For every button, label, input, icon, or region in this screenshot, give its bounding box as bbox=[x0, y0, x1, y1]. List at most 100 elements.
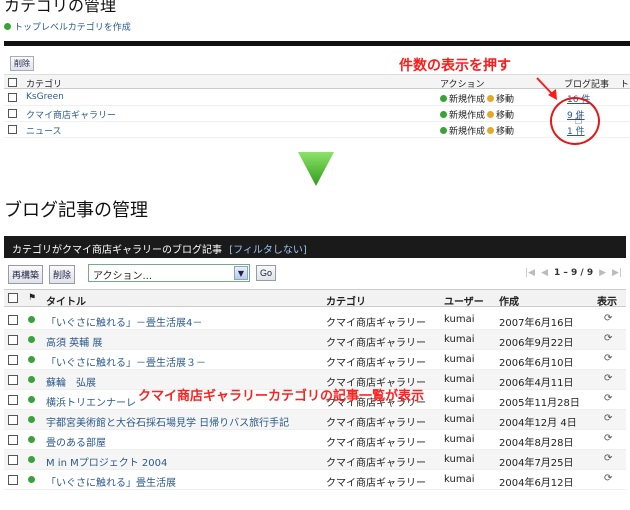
view-entry-icon[interactable]: ⟳ bbox=[604, 353, 612, 364]
entry-row: 「いぐさに触れる」－畳生活展３－ クマイ商店ギャラリー kumai 2006年6月10… bbox=[4, 350, 626, 370]
entry-date: 2004年6月12日 bbox=[499, 478, 574, 489]
entry-row: 宇都宮美術館と大谷石採石場見学 日帰りバス旅行手記 クマイ商店ギャラリー kumai… bbox=[4, 410, 626, 430]
view-entry-icon[interactable]: ⟳ bbox=[604, 433, 612, 444]
entry-user: kumai bbox=[444, 334, 475, 345]
pager: |◀ ◀ 1 – 9 / 9 ▶ ▶| bbox=[525, 268, 622, 278]
row-checkbox[interactable] bbox=[8, 415, 18, 425]
entry-title-link[interactable]: M in Mプロジェクト 2004 bbox=[46, 454, 167, 469]
entry-category: クマイ商店ギャラリー bbox=[326, 338, 426, 349]
header-count: ブログ記事 bbox=[564, 80, 610, 90]
entry-user: kumai bbox=[444, 314, 475, 325]
header-created[interactable]: 作成 bbox=[499, 293, 519, 308]
row-checkbox[interactable] bbox=[8, 125, 17, 134]
published-status-icon bbox=[28, 416, 35, 423]
row-checkbox[interactable] bbox=[8, 335, 18, 345]
view-entry-icon[interactable]: ⟳ bbox=[604, 313, 612, 324]
entry-table-header: ⚑ タイトル カテゴリ ユーザー 作成 表示 bbox=[4, 289, 626, 308]
entry-category: クマイ商店ギャラリー bbox=[326, 318, 426, 329]
entry-user: kumai bbox=[444, 414, 475, 425]
select-all-checkbox[interactable] bbox=[8, 78, 17, 87]
next-page-icon[interactable]: ▶ bbox=[599, 268, 606, 278]
row-checkbox[interactable] bbox=[8, 455, 18, 465]
category-delete-button[interactable]: 削除 bbox=[10, 56, 34, 71]
view-entry-icon[interactable]: ⟳ bbox=[604, 413, 612, 424]
entry-title-link[interactable]: 蘇輪 弘展 bbox=[46, 374, 96, 389]
entry-category: クマイ商店ギャラリー bbox=[326, 438, 426, 449]
row-actions: 新規作成 移動 bbox=[440, 108, 514, 121]
first-page-icon[interactable]: |◀ bbox=[525, 268, 535, 278]
go-button[interactable]: Go bbox=[256, 265, 277, 281]
move-link[interactable]: 移動 bbox=[496, 108, 514, 121]
plus-icon bbox=[4, 23, 11, 30]
entry-date: 2006年9月22日 bbox=[499, 338, 574, 349]
new-icon bbox=[440, 111, 447, 118]
view-entry-icon[interactable]: ⟳ bbox=[604, 393, 612, 404]
row-actions: 新規作成 移動 bbox=[440, 92, 514, 105]
row-checkbox[interactable] bbox=[8, 355, 18, 365]
move-icon bbox=[487, 127, 495, 134]
entry-title-link[interactable]: 畳のある部屋 bbox=[46, 434, 106, 449]
view-entry-icon[interactable]: ⟳ bbox=[604, 453, 612, 464]
entry-title-link[interactable]: 高須 英輔 展 bbox=[46, 334, 102, 349]
entry-user: kumai bbox=[444, 394, 475, 405]
select-all-checkbox[interactable] bbox=[8, 293, 18, 303]
annotation-click-count: 件数の表示を押す bbox=[399, 58, 511, 74]
category-name-link[interactable]: KsGreen bbox=[26, 92, 64, 102]
action-select-value: アクション... bbox=[93, 271, 153, 282]
create-top-category-link[interactable]: トップレベルカテゴリを作成 bbox=[4, 20, 131, 33]
row-checkbox[interactable] bbox=[8, 315, 18, 325]
prev-page-icon[interactable]: ◀ bbox=[541, 268, 548, 278]
entry-title-link[interactable]: 「いぐさに触れる」畳生活展 bbox=[46, 474, 176, 489]
row-checkbox[interactable] bbox=[8, 475, 18, 485]
move-link[interactable]: 移動 bbox=[496, 124, 514, 137]
new-entry-link[interactable]: 新規作成 bbox=[449, 108, 485, 121]
move-link[interactable]: 移動 bbox=[496, 92, 514, 105]
entry-category: クマイ商店ギャラリー bbox=[326, 358, 426, 369]
published-status-icon bbox=[28, 336, 35, 343]
entry-date: 2006年4月11日 bbox=[499, 378, 574, 389]
category-name-link[interactable]: クマイ商店ギャラリー bbox=[26, 108, 116, 121]
clear-filter-link[interactable]: [フィルタしない] bbox=[229, 245, 307, 256]
row-checkbox[interactable] bbox=[8, 395, 18, 405]
row-checkbox[interactable] bbox=[8, 435, 18, 445]
published-status-icon bbox=[28, 396, 35, 403]
row-checkbox[interactable] bbox=[8, 93, 17, 102]
create-top-category-label: トップレベルカテゴリを作成 bbox=[14, 23, 131, 33]
last-page-icon[interactable]: ▶| bbox=[612, 268, 622, 278]
entry-toolbar: 再構築 削除 アクション... ▼ Go |◀ ◀ 1 – 9 / 9 ▶ ▶| bbox=[4, 262, 626, 284]
row-checkbox[interactable] bbox=[8, 375, 18, 385]
rebuild-button[interactable]: 再構築 bbox=[8, 265, 44, 284]
flag-icon: ⚑ bbox=[28, 293, 37, 303]
header-user[interactable]: ユーザー bbox=[444, 293, 484, 308]
entry-title-link[interactable]: 宇都宮美術館と大谷石採石場見学 日帰りバス旅行手記 bbox=[46, 414, 289, 429]
entry-user: kumai bbox=[444, 354, 475, 365]
view-entry-icon[interactable]: ⟳ bbox=[604, 333, 612, 344]
entry-row: 「いぐさに触れる」－畳生活展4－ クマイ商店ギャラリー kumai 2007年6月16… bbox=[4, 310, 626, 330]
new-entry-link[interactable]: 新規作成 bbox=[449, 124, 485, 137]
published-status-icon bbox=[28, 316, 35, 323]
row-checkbox[interactable] bbox=[8, 109, 17, 118]
entry-page-title: ブログ記事の管理 bbox=[4, 200, 148, 221]
new-entry-link[interactable]: 新規作成 bbox=[449, 92, 485, 105]
filter-bar-title: カテゴリがクマイ商店ギャラリーのブログ記事 bbox=[12, 245, 222, 256]
header-title[interactable]: タイトル bbox=[46, 293, 86, 308]
entry-row: 「いぐさに触れる」畳生活展 クマイ商店ギャラリー kumai 2004年6月12日 ⟳ bbox=[4, 470, 626, 490]
entry-user: kumai bbox=[444, 434, 475, 445]
category-table: 削除 カテゴリ アクション ブログ記事 ト KsGreen 新規作成 移動 16… bbox=[4, 41, 630, 141]
entry-category: クマイ商店ギャラリー bbox=[326, 458, 426, 469]
published-status-icon bbox=[28, 356, 35, 363]
entry-title-link[interactable]: 「いぐさに触れる」－畳生活展３－ bbox=[46, 354, 206, 369]
view-entry-icon[interactable]: ⟳ bbox=[604, 473, 612, 484]
header-category[interactable]: カテゴリ bbox=[326, 293, 366, 308]
category-name-link[interactable]: ニュース bbox=[26, 124, 62, 137]
entry-title-link[interactable]: 「いぐさに触れる」－畳生活展4－ bbox=[46, 314, 202, 329]
action-select[interactable]: アクション... ▼ bbox=[88, 264, 250, 282]
view-entry-icon[interactable]: ⟳ bbox=[604, 373, 612, 384]
category-row: クマイ商店ギャラリー 新規作成 移動 9 件 bbox=[4, 106, 630, 122]
published-status-icon bbox=[28, 376, 35, 383]
entry-title-link[interactable]: 横浜トリエンナーレ bbox=[46, 394, 136, 409]
published-status-icon bbox=[28, 476, 35, 483]
category-row: KsGreen 新規作成 移動 16 件 bbox=[4, 90, 630, 106]
entry-delete-button[interactable]: 削除 bbox=[49, 265, 76, 284]
filter-bar: カテゴリがクマイ商店ギャラリーのブログ記事 [フィルタしない] bbox=[4, 236, 626, 258]
